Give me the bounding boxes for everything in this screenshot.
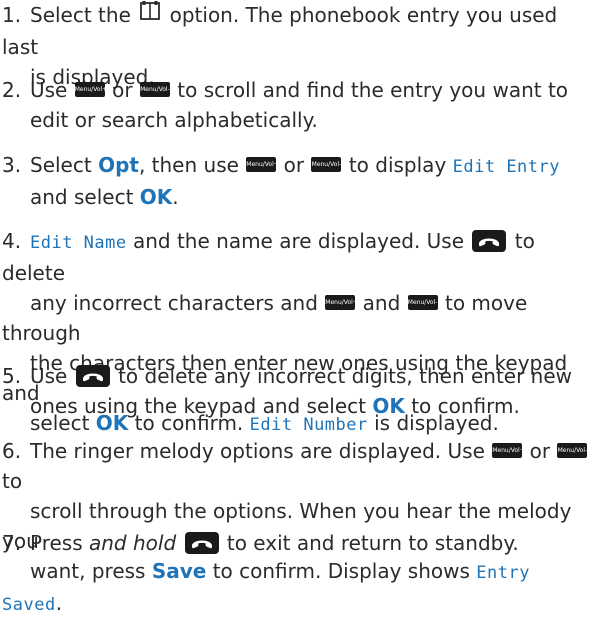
softkey-label: OK: [372, 394, 405, 418]
step-number: 4.: [2, 229, 22, 253]
step-text: Use: [30, 364, 74, 388]
step-number: 7.: [2, 531, 22, 555]
menu-vol-up-key-icon: Menu/Vol+: [492, 443, 523, 458]
menu-vol-down-key-icon: Menu/Vol-: [407, 295, 438, 310]
step-text: to: [2, 469, 23, 493]
step-number: 2.: [2, 78, 22, 102]
end-call-key-icon: [75, 364, 110, 387]
menu-vol-down-key-icon: Menu/Vol-: [311, 157, 342, 172]
step-text: to exit and return to standby.: [220, 531, 519, 555]
menu-vol-down-key-icon: Menu/Vol-: [557, 443, 588, 458]
phonebook-icon: [139, 0, 161, 30]
step-number: 3.: [2, 153, 22, 177]
step-text: or: [523, 439, 557, 463]
step-text: .: [55, 591, 63, 615]
step-5: 5. Use to delete any incorrect digits, th…: [2, 361, 597, 421]
step-text: any incorrect characters and: [30, 291, 325, 315]
menu-vol-up-key-icon: Menu/Vol+: [325, 295, 356, 310]
menu-vol-down-key-icon: Menu/Vol-: [139, 82, 170, 97]
display-text: Edit Name: [30, 233, 127, 253]
end-call-key-icon: [184, 531, 219, 554]
step-text: and: [356, 291, 407, 315]
step-2: 2. Use Menu/Vol+ or Menu/Vol- to scroll a…: [2, 75, 597, 135]
step-number: 1.: [2, 3, 22, 27]
step-number: 6.: [2, 439, 22, 463]
step-text: Use: [30, 78, 74, 102]
step-7: 7. Press and hold to exit and return to s…: [2, 528, 597, 558]
softkey-label: OK: [139, 185, 173, 209]
step-text: or: [105, 78, 139, 102]
step-text: or: [277, 153, 311, 177]
step-text: .: [172, 185, 179, 209]
step-text: edit or search alphabetically.: [30, 108, 318, 132]
softkey-label: Opt: [98, 153, 139, 177]
step-text: to confirm. Display shows: [206, 559, 477, 583]
emphasis-text: and hold: [89, 531, 177, 555]
step-text: , then use: [138, 153, 246, 177]
step-text: Select the: [30, 3, 138, 27]
end-call-key-icon: [472, 229, 507, 252]
menu-vol-up-key-icon: Menu/Vol+: [246, 157, 277, 172]
step-text: to delete any incorrect digits, then ent…: [111, 364, 573, 388]
step-text: Select: [30, 153, 99, 177]
instruction-steps: 1. Select the option. The phonebook entry…: [0, 0, 603, 615]
menu-vol-up-key-icon: Menu/Vol+: [74, 82, 105, 97]
step-text: to confirm.: [404, 394, 520, 418]
step-text: The ringer melody options are displayed.…: [30, 439, 492, 463]
step-text: to scroll and find the entry you want to: [170, 78, 569, 102]
step-text: to display: [342, 153, 453, 177]
step-text: ones using the keypad and select: [30, 394, 373, 418]
softkey-label: Save: [151, 559, 207, 583]
step-text: want, press: [30, 559, 152, 583]
step-text: and select: [30, 185, 140, 209]
step-3: 3. Select Opt, then use Menu/Vol+ or Menu…: [2, 150, 597, 212]
display-text: Edit Entry: [452, 157, 560, 177]
step-number: 5.: [2, 364, 22, 388]
step-text: and the name are displayed. Use: [126, 229, 471, 253]
step-text: Press: [30, 531, 89, 555]
step-text: [176, 531, 182, 555]
